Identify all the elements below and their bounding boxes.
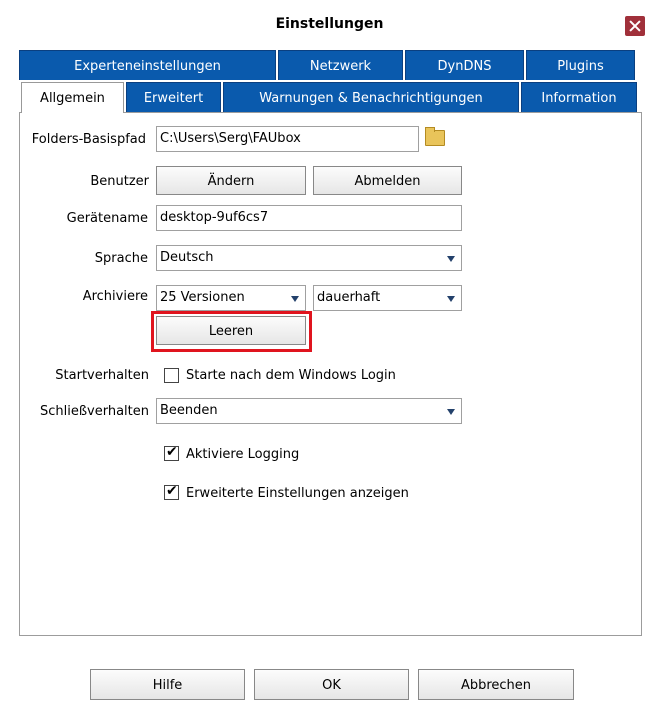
highlight-box xyxy=(151,311,312,352)
language-select[interactable]: Deutsch xyxy=(156,245,462,271)
startup-label: Startverhalten xyxy=(55,368,149,383)
device-name-input[interactable]: desktop-9uf6cs7 xyxy=(156,205,462,231)
device-label: Gerätename xyxy=(66,211,148,226)
startup-checkbox[interactable] xyxy=(164,368,179,383)
tab-erweitert[interactable]: Erweitert xyxy=(126,82,221,112)
chevron-down-icon[interactable] xyxy=(441,286,461,310)
folder-path-input[interactable]: C:\Users\Serg\FAUbox xyxy=(156,126,419,152)
tab-information[interactable]: Information xyxy=(521,82,637,112)
chevron-down-icon[interactable] xyxy=(441,246,461,270)
tab-netzwerk[interactable]: Netzwerk xyxy=(278,50,403,80)
tab-warnungen[interactable]: Warnungen & Benachrichtigungen xyxy=(223,82,519,112)
logout-button[interactable]: Abmelden xyxy=(313,166,462,195)
tab-plugins[interactable]: Plugins xyxy=(526,50,635,80)
window-title: Einstellungen xyxy=(275,16,384,32)
language-value: Deutsch xyxy=(160,250,214,265)
folder-icon[interactable] xyxy=(425,127,445,146)
chevron-down-icon[interactable] xyxy=(285,286,305,310)
close-behaviour-select[interactable]: Beenden xyxy=(156,398,462,424)
archive-versions-select[interactable]: 25 Versionen xyxy=(156,285,306,311)
archive-versions-value: 25 Versionen xyxy=(160,290,245,305)
archive-duration-value: dauerhaft xyxy=(317,290,381,305)
advanced-checkbox[interactable] xyxy=(164,483,179,500)
logging-checkbox[interactable] xyxy=(164,444,179,461)
tab-allgemein[interactable]: Allgemein xyxy=(21,82,124,113)
close-behaviour-value: Beenden xyxy=(160,403,218,418)
folder-label: Folders-Basispfad xyxy=(31,132,146,147)
cancel-button[interactable]: Abbrechen xyxy=(418,669,574,700)
archive-duration-select[interactable]: dauerhaft xyxy=(313,285,462,311)
archive-label: Archiviere xyxy=(82,289,148,304)
user-label: Benutzer xyxy=(90,174,149,189)
tab-experteneinstellungen[interactable]: Experteneinstellungen xyxy=(19,50,276,80)
close-icon[interactable] xyxy=(625,16,645,36)
change-user-button[interactable]: Ändern xyxy=(156,166,306,195)
tab-dyndns[interactable]: DynDNS xyxy=(405,50,524,80)
language-label: Sprache xyxy=(94,251,148,266)
startup-checkbox-label[interactable]: Starte nach dem Windows Login xyxy=(186,368,396,383)
chevron-down-icon[interactable] xyxy=(441,399,461,423)
help-button[interactable]: Hilfe xyxy=(90,669,245,700)
ok-button[interactable]: OK xyxy=(254,669,409,700)
close-behaviour-label: Schließverhalten xyxy=(39,404,149,419)
logging-checkbox-label[interactable]: Aktiviere Logging xyxy=(186,447,299,462)
advanced-checkbox-label[interactable]: Erweiterte Einstellungen anzeigen xyxy=(186,486,409,501)
